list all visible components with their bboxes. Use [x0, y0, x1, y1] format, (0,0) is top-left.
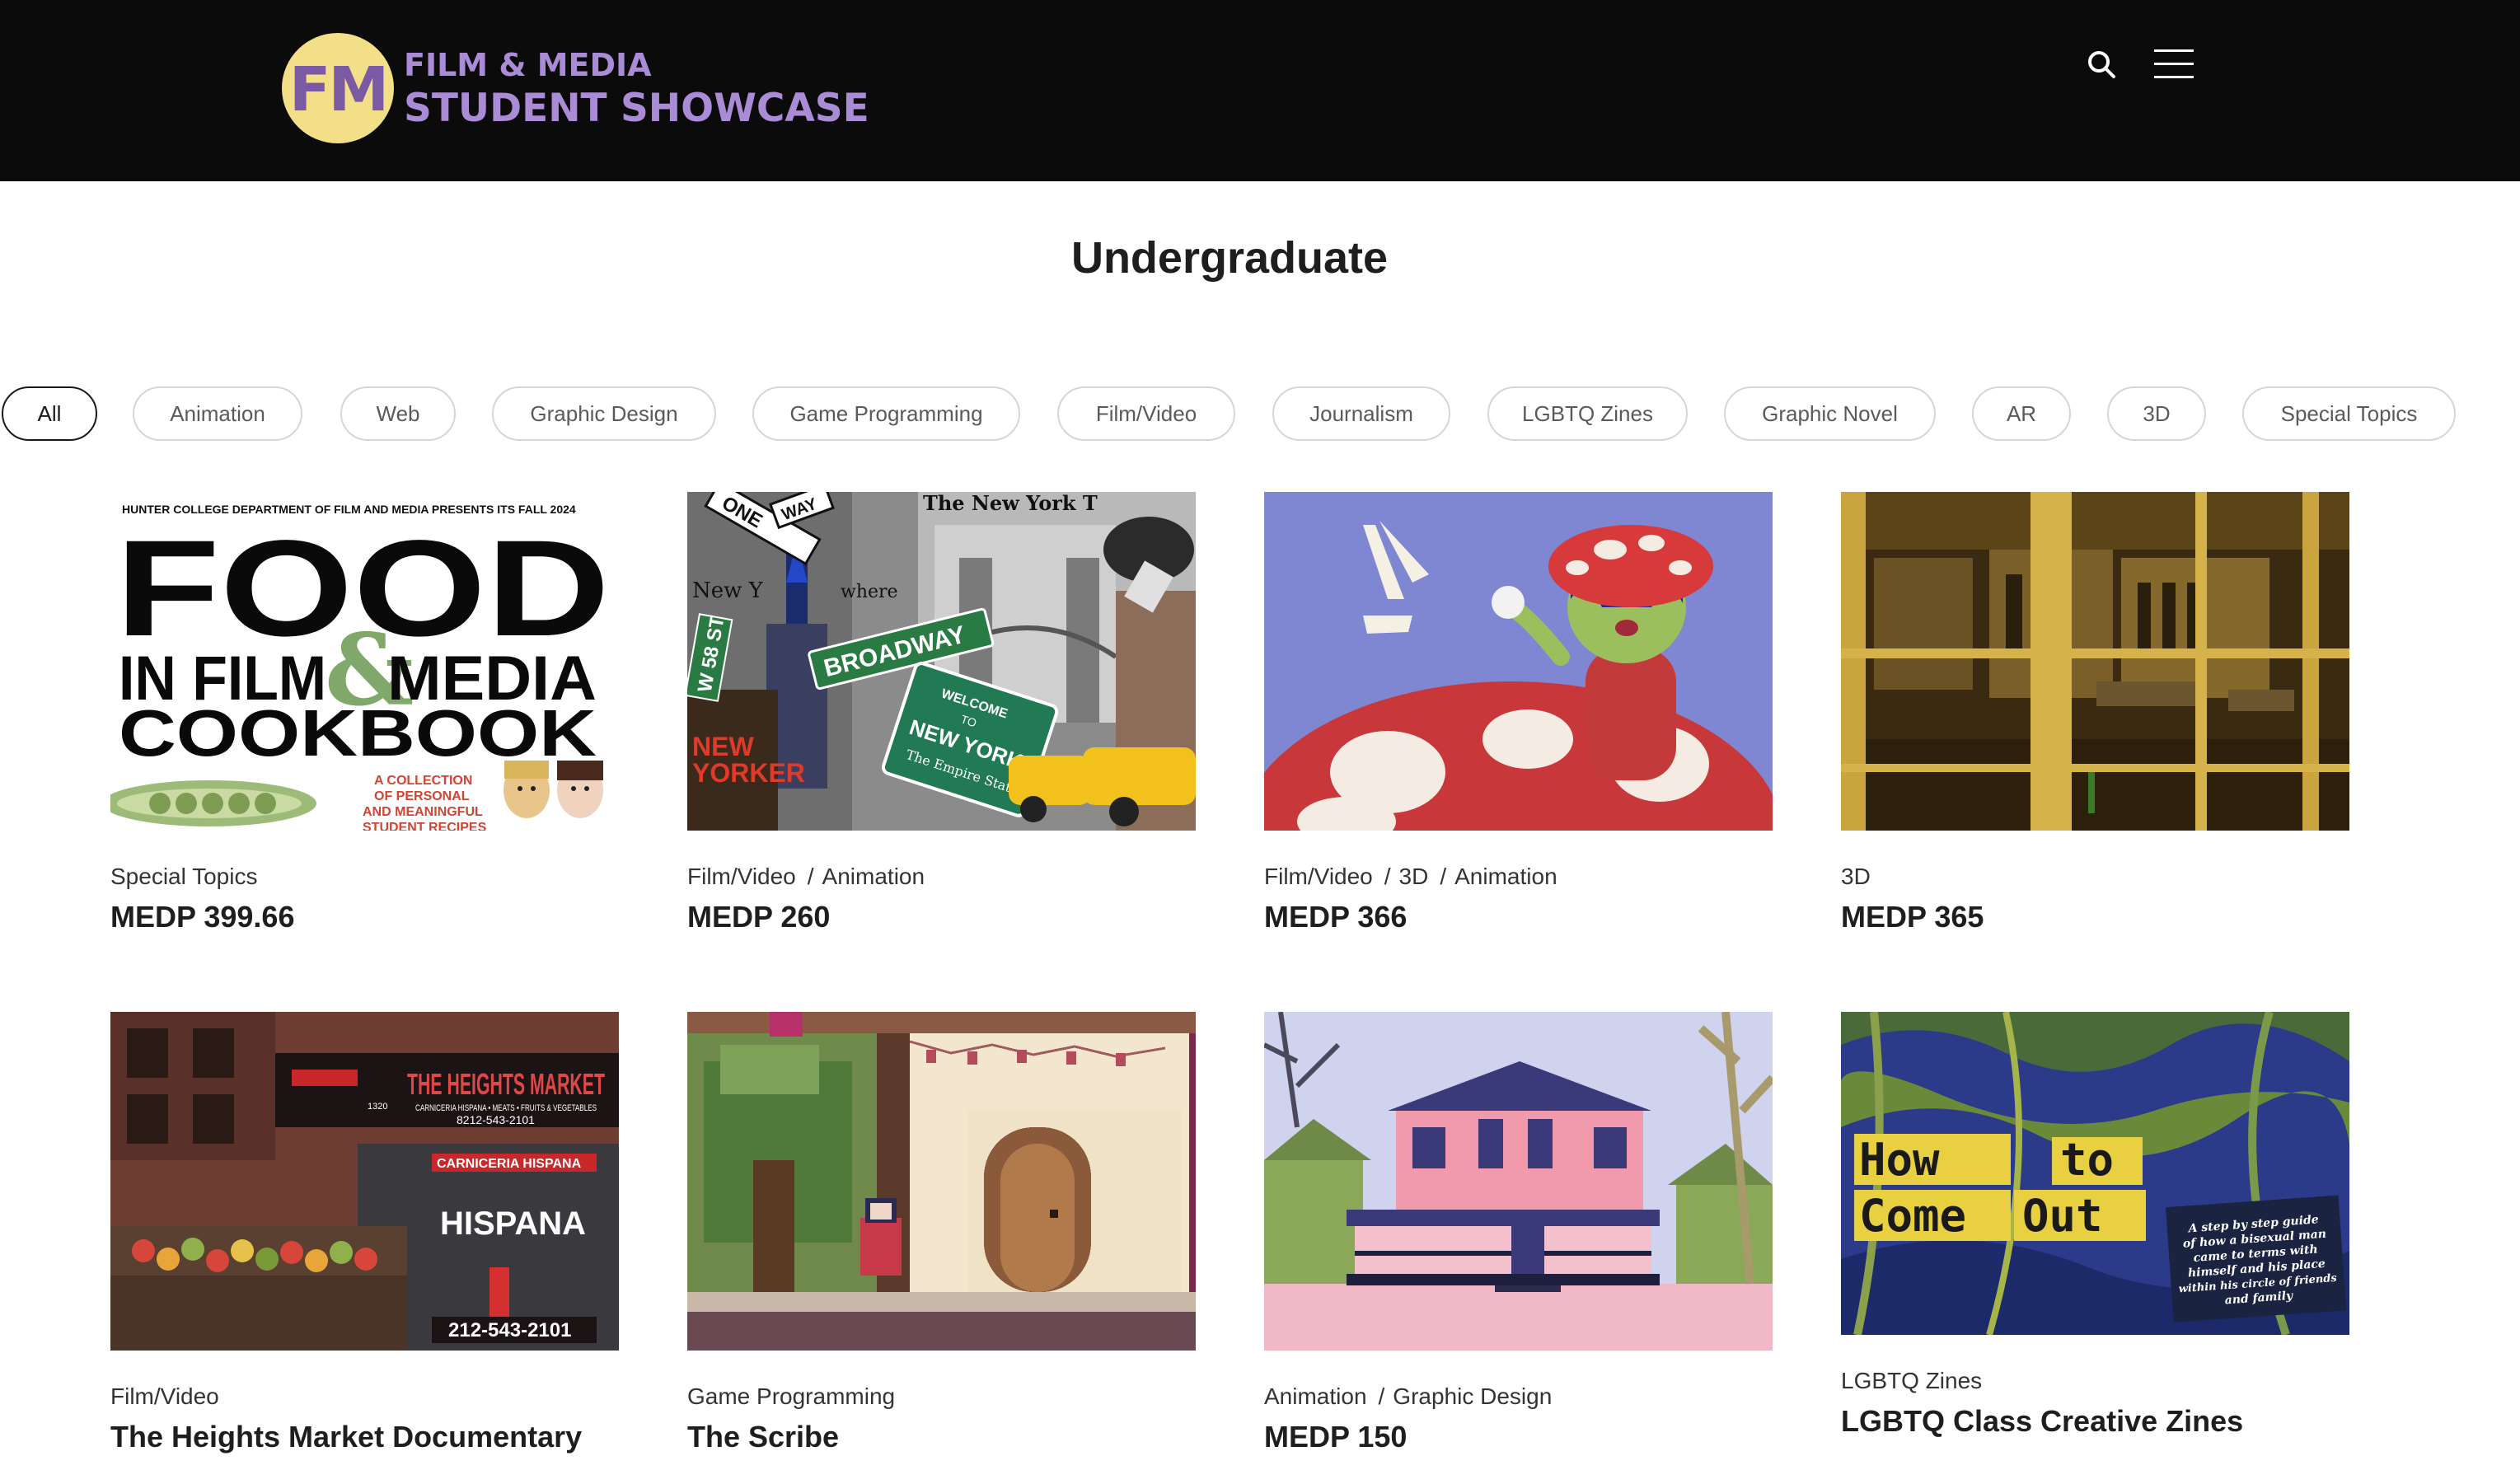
category-link[interactable]: 3D	[1841, 864, 1871, 889]
window-phone-text: 212-543-2101	[448, 1319, 571, 1341]
project-thumbnail[interactable]	[1841, 492, 2349, 831]
category-link[interactable]: 3D	[1399, 864, 1429, 889]
project-thumbnail[interactable]: THE HEIGHTS MARKET CARNICERIA HISPANA • …	[110, 1012, 619, 1351]
category-link[interactable]: Special Topics	[110, 864, 257, 889]
zine-to-text: to	[2060, 1134, 2114, 1186]
zine-come-text: Come	[1859, 1190, 1966, 1242]
store-sign-subtext: CARNICERIA HISPANA • MEATS • FRUITS & VE…	[415, 1103, 597, 1113]
carniceria-sign-text: CARNICERIA HISPANA	[437, 1157, 582, 1171]
project-title[interactable]: The Scribe	[687, 1420, 1196, 1454]
filter-ar[interactable]: AR	[1972, 386, 2071, 441]
project-thumbnail[interactable]	[1264, 492, 1773, 831]
collage-nyt-text: The New York T	[923, 492, 1098, 515]
project-title[interactable]: MEDP 260	[687, 900, 1196, 934]
new-yorker-text-2: YORKER	[692, 758, 805, 788]
filter-all[interactable]: All	[2, 386, 97, 441]
filter-special-topics[interactable]: Special Topics	[2242, 386, 2456, 441]
store-sign-text: THE HEIGHTS MARKET	[407, 1067, 605, 1101]
filter-animation[interactable]: Animation	[133, 386, 302, 441]
filter-web[interactable]: Web	[340, 386, 456, 441]
category-link[interactable]: Animation	[1454, 864, 1557, 889]
page-title: Undergraduate	[1070, 233, 1389, 283]
collage-where-text: where	[841, 582, 898, 602]
project-title[interactable]: MEDP 150	[1264, 1420, 1773, 1454]
category-link[interactable]: Film/Video	[687, 864, 796, 889]
project-card[interactable]: HUNTER COLLEGE DEPARTMENT OF FILM AND ME…	[110, 492, 619, 934]
logo-letters: FM	[288, 54, 389, 125]
project-card[interactable]: How to Come Out A step by step guide of …	[1841, 1012, 2349, 1439]
cookbook-caption-2: OF PERSONAL	[374, 789, 470, 803]
project-categories: Film/Video	[110, 1383, 619, 1410]
project-categories: Film/Video / 3D / Animation	[1264, 864, 1773, 890]
project-thumbnail[interactable]: NEW YORKER New Y where The New York T BR…	[687, 492, 1196, 831]
project-card[interactable]: Animation / Graphic Design MEDP 150	[1264, 1012, 1773, 1454]
project-title[interactable]: The Heights Market Documentary	[110, 1420, 619, 1454]
cookbook-caption-1: A COLLECTION	[374, 774, 472, 788]
project-categories: Animation / Graphic Design	[1264, 1383, 1773, 1410]
project-card[interactable]: THE HEIGHTS MARKET CARNICERIA HISPANA • …	[110, 1012, 619, 1454]
cookbook-title-text: COOKBOOK	[119, 696, 597, 770]
cookbook-caption-4: STUDENT RECIPES	[363, 821, 487, 831]
logo-line-1: FILM & MEDIA	[404, 47, 652, 83]
hispana-window-text: HISPANA	[440, 1205, 586, 1242]
filter-3d[interactable]: 3D	[2107, 386, 2206, 441]
category-separator: /	[1384, 864, 1391, 889]
search-icon[interactable]	[2085, 48, 2120, 82]
category-separator: /	[1440, 864, 1447, 889]
site-logo-text[interactable]: FILM & MEDIA STUDENT SHOWCASE	[404, 49, 869, 128]
filter-graphic-novel[interactable]: Graphic Novel	[1724, 386, 1936, 441]
project-card[interactable]: 3D MEDP 365	[1841, 492, 2349, 934]
project-card[interactable]: NEW YORKER New Y where The New York T BR…	[687, 492, 1196, 934]
project-categories: LGBTQ Zines	[1841, 1368, 2349, 1394]
filter-lgbtq-zines[interactable]: LGBTQ Zines	[1487, 386, 1688, 441]
site-header: FM FILM & MEDIA STUDENT SHOWCASE	[0, 0, 2520, 181]
zine-out-text: Out	[2022, 1190, 2103, 1242]
category-link[interactable]: Animation	[822, 864, 925, 889]
category-link[interactable]: Animation	[1264, 1383, 1367, 1409]
project-thumbnail[interactable]	[687, 1012, 1196, 1351]
project-title[interactable]: MEDP 399.66	[110, 900, 619, 934]
logo-line-2: STUDENT SHOWCASE	[404, 86, 869, 131]
category-link[interactable]: Film/Video	[110, 1383, 219, 1409]
category-link[interactable]: Game Programming	[687, 1383, 895, 1409]
cookbook-caption-3: AND MEANINGFUL	[363, 805, 483, 819]
project-title[interactable]: MEDP 366	[1264, 900, 1773, 934]
project-thumbnail[interactable]: How to Come Out A step by step guide of …	[1841, 1012, 2349, 1335]
category-link[interactable]: LGBTQ Zines	[1841, 1368, 1982, 1393]
category-link[interactable]: Film/Video	[1264, 864, 1373, 889]
filter-game-programming[interactable]: Game Programming	[752, 386, 1020, 441]
project-categories: Game Programming	[687, 1383, 1196, 1410]
store-number: 1320	[368, 1102, 387, 1112]
project-card[interactable]: Film/Video / 3D / Animation MEDP 366	[1264, 492, 1773, 934]
project-categories: Film/Video / Animation	[687, 864, 1196, 890]
filter-journalism[interactable]: Journalism	[1272, 386, 1450, 441]
project-title[interactable]: MEDP 365	[1841, 900, 2349, 934]
filter-graphic-design[interactable]: Graphic Design	[492, 386, 716, 441]
filter-film-video[interactable]: Film/Video	[1057, 386, 1235, 441]
category-link[interactable]: Graphic Design	[1393, 1383, 1552, 1409]
category-separator: /	[1378, 1383, 1385, 1409]
collage-new-y-text: New Y	[692, 578, 764, 603]
project-categories: 3D	[1841, 864, 2349, 890]
new-yorker-text-1: NEW	[692, 732, 754, 761]
project-thumbnail[interactable]: HUNTER COLLEGE DEPARTMENT OF FILM AND ME…	[110, 492, 619, 831]
project-card[interactable]: Game Programming The Scribe	[687, 1012, 1196, 1454]
project-title[interactable]: LGBTQ Class Creative Zines	[1841, 1404, 2349, 1439]
hamburger-menu-icon[interactable]	[2154, 48, 2195, 81]
logo-badge[interactable]: FM	[282, 33, 394, 143]
zine-how-text: How	[1859, 1134, 1940, 1186]
store-sign-phone: 8212-543-2101	[457, 1113, 535, 1126]
project-thumbnail[interactable]	[1264, 1012, 1773, 1351]
project-categories: Special Topics	[110, 864, 619, 890]
category-separator: /	[807, 864, 814, 889]
